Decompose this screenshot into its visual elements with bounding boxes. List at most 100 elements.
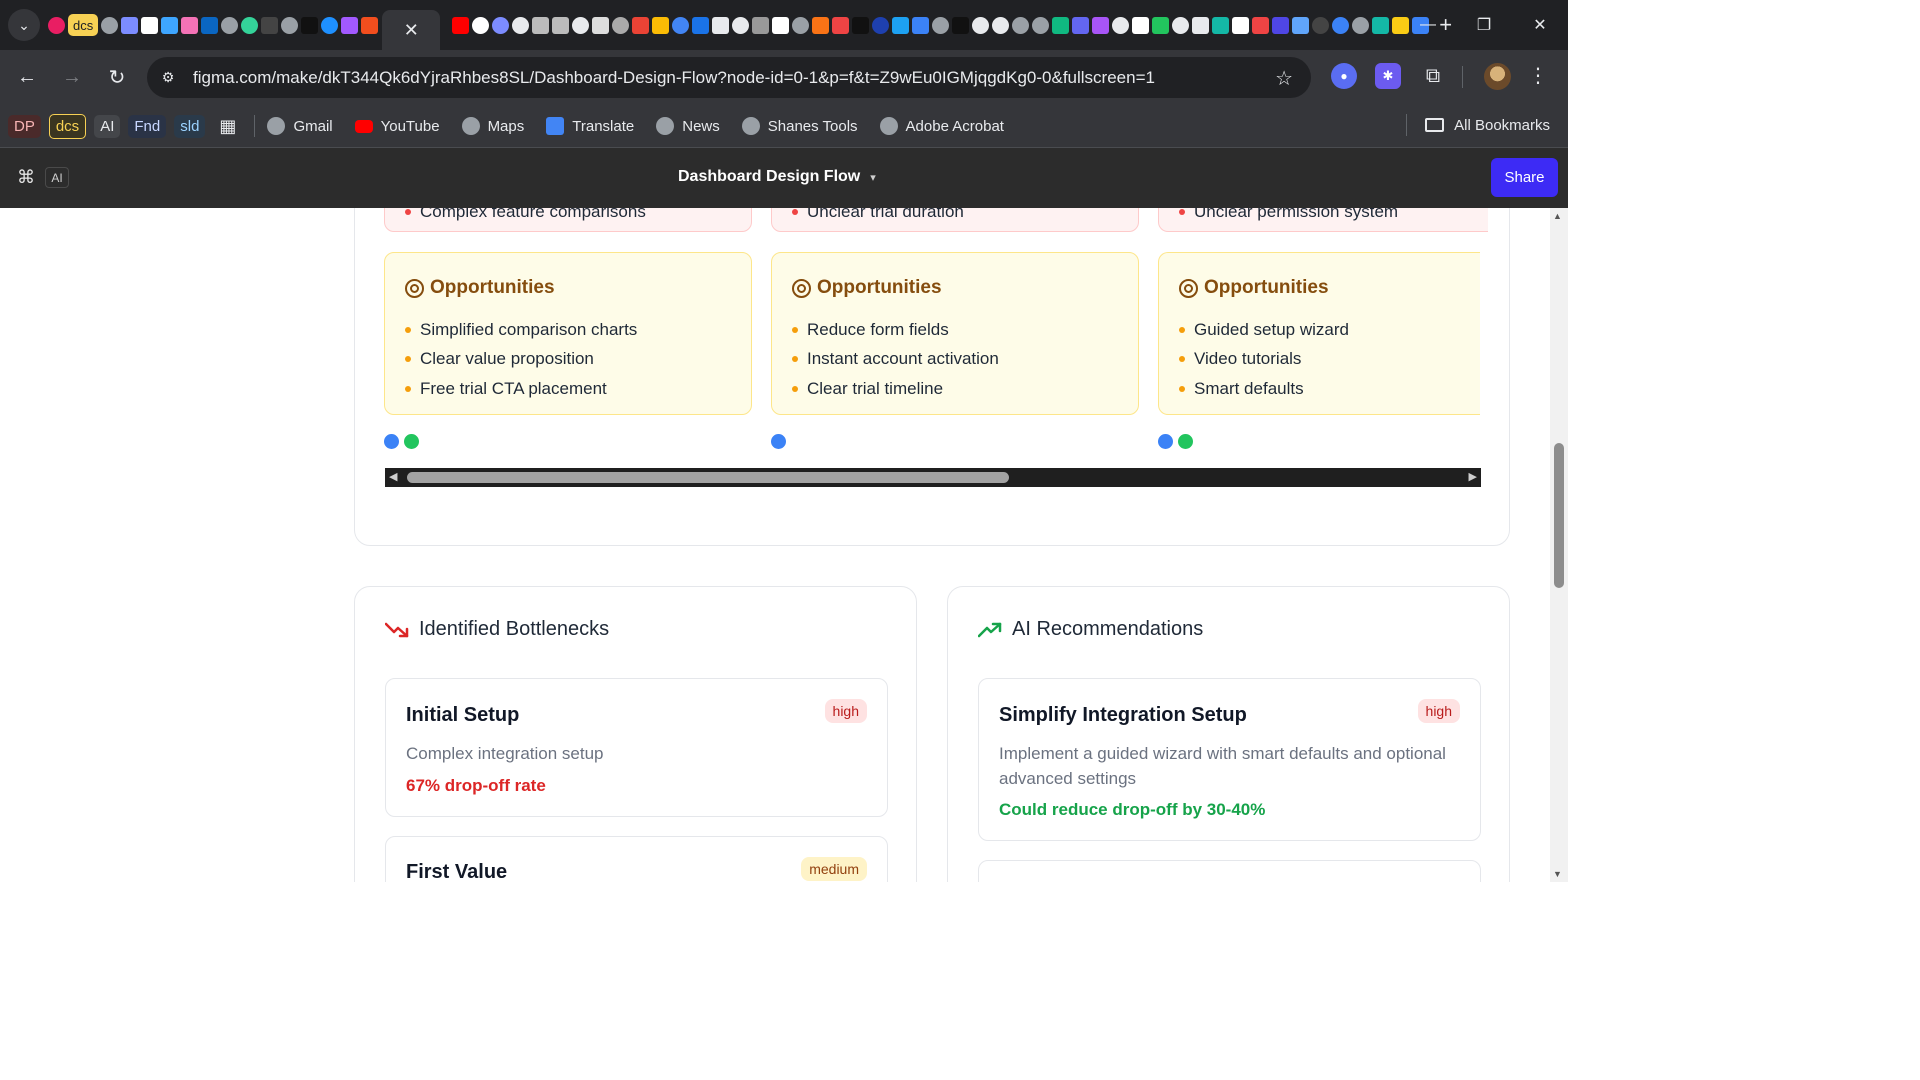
scrollbar-thumb[interactable] [1554, 443, 1564, 588]
close-window-icon[interactable]: ✕ [1512, 0, 1568, 50]
tab-favicon[interactable] [221, 16, 239, 34]
tab-favicon[interactable] [472, 16, 490, 34]
bookmark-maps[interactable]: Maps [461, 117, 524, 135]
tab-favicon[interactable] [1232, 16, 1250, 34]
bookmark-sld[interactable]: sld [174, 114, 206, 138]
bottleneck-card[interactable]: First Value medium [385, 836, 888, 882]
tab-favicon[interactable] [912, 16, 930, 34]
bookmark-adobe-acrobat[interactable]: Adobe Acrobat [879, 117, 1004, 135]
tab-favicon[interactable] [612, 16, 630, 34]
scroll-left-icon[interactable]: ◀ [389, 470, 397, 483]
horizontal-scrollbar[interactable]: ◀ ▶ [385, 468, 1481, 487]
tab-favicon[interactable] [241, 16, 259, 34]
tab-favicon[interactable] [121, 16, 139, 34]
tab-favicon[interactable] [1012, 16, 1030, 34]
tab-favicon[interactable] [1372, 16, 1390, 34]
tab-favicon[interactable] [1252, 16, 1270, 34]
tab-favicon[interactable] [161, 16, 179, 34]
forward-arrow-icon[interactable]: → [54, 60, 90, 96]
tab-favicon[interactable] [752, 16, 770, 34]
back-arrow-icon[interactable]: ← [9, 60, 45, 96]
tab-favicon[interactable] [512, 16, 530, 34]
tab-favicon[interactable] [572, 16, 590, 34]
site-settings-icon[interactable]: ⚙ [153, 63, 183, 93]
tab-favicon[interactable] [652, 16, 670, 34]
tab-favicon[interactable] [1272, 16, 1290, 34]
tab-favicon[interactable] [712, 16, 730, 34]
tab-favicon[interactable] [321, 16, 339, 34]
tab-dcs[interactable]: dcs [68, 14, 99, 36]
bottleneck-card[interactable]: Initial Setup high Complex integration s… [385, 678, 888, 817]
tab-favicon[interactable] [792, 16, 810, 34]
tab-favicon[interactable] [1132, 16, 1150, 34]
tab-favicon[interactable] [1292, 16, 1310, 34]
apps-grid-icon[interactable]: ▦ [219, 116, 236, 137]
url-text[interactable]: figma.com/make/dkT344Qk6dYjraRhbes8SL/Da… [193, 68, 1155, 88]
tab-favicon[interactable] [992, 16, 1010, 34]
scrollbar-thumb[interactable] [407, 472, 1009, 483]
tab-favicon[interactable] [1112, 16, 1130, 34]
reload-icon[interactable]: ↻ [99, 60, 135, 96]
vertical-scrollbar[interactable]: ▲ ▼ [1550, 208, 1568, 882]
tab-favicon[interactable] [632, 16, 650, 34]
active-tab[interactable]: ✕ [382, 10, 441, 50]
tab-favicon[interactable] [181, 16, 199, 34]
tab-favicon[interactable] [1072, 16, 1090, 34]
tab-favicon[interactable] [1312, 16, 1330, 34]
tab-favicon[interactable] [1172, 16, 1190, 34]
tab-favicon[interactable] [1032, 16, 1050, 34]
tab-favicon[interactable] [492, 16, 510, 34]
scroll-up-icon[interactable]: ▲ [1553, 211, 1562, 221]
tab-search-icon[interactable]: ⌄ [8, 9, 40, 41]
tab-favicon[interactable] [892, 16, 910, 34]
ai-badge[interactable]: AI [45, 167, 69, 188]
tab-favicon[interactable] [592, 16, 610, 34]
bookmark-gmail[interactable]: Gmail [267, 117, 333, 135]
profile-avatar[interactable] [1484, 63, 1511, 90]
tab-favicon[interactable] [341, 16, 359, 34]
scroll-down-icon[interactable]: ▼ [1553, 869, 1562, 879]
tab-favicon[interactable] [832, 16, 850, 34]
recommendation-card[interactable] [978, 860, 1481, 882]
address-bar[interactable]: ⚙ figma.com/make/dkT344Qk6dYjraRhbes8SL/… [147, 57, 1311, 98]
tab-favicon[interactable] [1332, 16, 1350, 34]
tab-favicon[interactable] [141, 16, 159, 34]
browser-menu-icon[interactable]: ⋮ [1528, 63, 1548, 88]
bookmark-dp[interactable]: DP [8, 114, 41, 138]
bookmark-fnd[interactable]: Fnd [128, 114, 167, 138]
tab-favicon[interactable] [952, 16, 970, 34]
bookmark-youtube[interactable]: YouTube [354, 118, 440, 135]
bookmark-star-icon[interactable]: ☆ [1275, 66, 1293, 91]
tab-favicon[interactable] [672, 16, 690, 34]
restore-icon[interactable]: ❐ [1456, 0, 1512, 50]
tab-favicon[interactable] [852, 16, 870, 34]
tab-favicon[interactable] [772, 16, 790, 34]
tab-favicon[interactable] [1192, 16, 1210, 34]
bookmark-ai[interactable]: AI [94, 114, 121, 138]
tab-favicon[interactable] [1152, 16, 1170, 34]
tab-favicon[interactable] [261, 16, 279, 34]
tab-favicon[interactable] [932, 16, 950, 34]
bookmark-shanes-tools[interactable]: Shanes Tools [741, 117, 858, 135]
tab-favicon[interactable] [48, 16, 65, 34]
tab-favicon[interactable] [1212, 16, 1230, 34]
tab-favicon[interactable] [552, 16, 570, 34]
bookmark-translate[interactable]: Translate [546, 117, 634, 135]
tab-favicon[interactable] [452, 16, 470, 34]
tab-favicon[interactable] [201, 16, 219, 34]
tab-favicon[interactable] [732, 16, 750, 34]
tab-favicon[interactable] [1052, 16, 1070, 34]
minimize-icon[interactable]: — [1400, 0, 1456, 50]
tab-favicon[interactable] [812, 16, 830, 34]
tab-favicon[interactable] [972, 16, 990, 34]
figma-logo-icon[interactable]: ⌘ [17, 167, 35, 188]
bookmark-news[interactable]: News [656, 117, 720, 135]
share-button[interactable]: Share [1491, 158, 1558, 197]
scroll-right-icon[interactable]: ▶ [1469, 470, 1477, 483]
tab-favicon[interactable] [1092, 16, 1110, 34]
extensions-puzzle-icon[interactable]: ⧉ [1420, 63, 1446, 89]
tab-favicon[interactable] [872, 16, 890, 34]
extension-icon[interactable]: ● [1331, 63, 1357, 89]
tab-favicon[interactable] [361, 16, 379, 34]
tab-favicon[interactable] [101, 16, 119, 34]
